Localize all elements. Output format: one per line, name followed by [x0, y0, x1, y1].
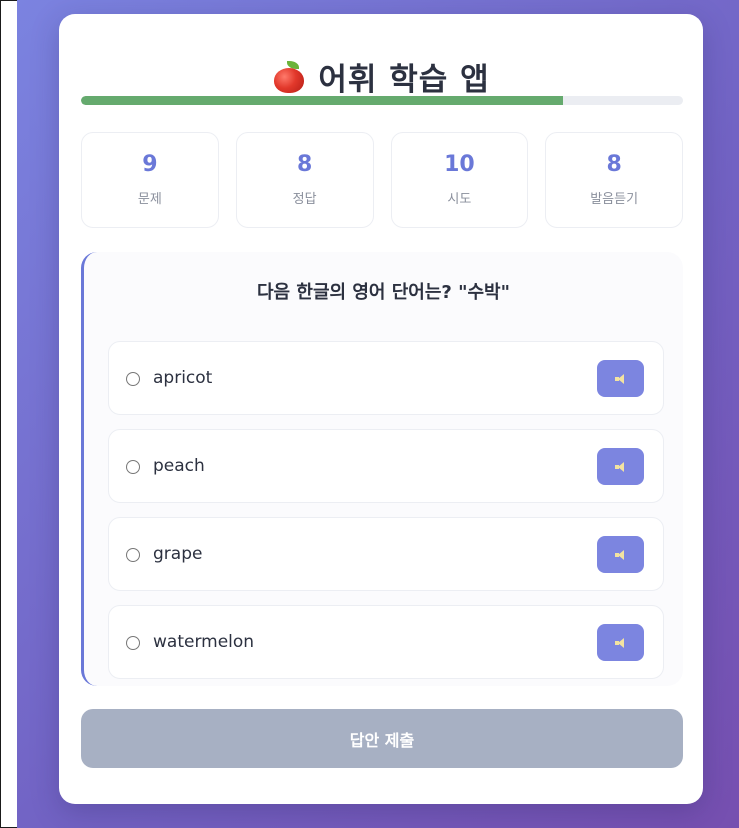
answer-option[interactable]: grape	[108, 517, 664, 591]
stat-value: 8	[296, 152, 313, 178]
radio-button[interactable]	[126, 636, 140, 650]
pronounce-button[interactable]	[597, 448, 644, 485]
apple-icon	[272, 60, 306, 93]
stat-label: 시도	[447, 191, 472, 207]
stat-card-attempts: 10 시도	[390, 132, 529, 228]
question-text: 다음 한글의 영어 단어는? "수박"	[257, 282, 510, 303]
stat-card-correct: 8 정답	[235, 132, 374, 228]
radio-button[interactable]	[126, 460, 140, 474]
stat-label: 문제	[137, 191, 162, 207]
option-label: watermelon	[153, 632, 255, 652]
speaker-icon	[614, 549, 627, 560]
progress-fill	[81, 96, 563, 105]
stats-row: 9 문제 8 정답 10 시도 8 발음듣기	[81, 132, 683, 228]
app-header: 어휘 학습 앱	[59, 54, 703, 99]
radio-button[interactable]	[126, 548, 140, 562]
option-label: grape	[153, 544, 203, 564]
pronounce-button[interactable]	[597, 536, 644, 573]
stat-card-pronunciation: 8 발음듣기	[545, 132, 683, 228]
speaker-icon	[614, 637, 627, 648]
option-label: peach	[153, 456, 205, 476]
option-label: apricot	[153, 368, 213, 388]
answer-option[interactable]: watermelon	[108, 605, 664, 679]
progress-bar	[81, 96, 683, 105]
quiz-card: 어휘 학습 앱 9 문제 8 정답 10 시도 8 발음듣기 다음 한글의 영어…	[59, 14, 703, 804]
speaker-icon	[614, 461, 627, 472]
speaker-icon	[614, 373, 627, 384]
stat-value: 10	[444, 152, 475, 178]
stat-label: 정답	[292, 191, 317, 207]
stat-value: 9	[142, 152, 158, 178]
radio-button[interactable]	[126, 372, 140, 386]
answer-option[interactable]: peach	[108, 429, 664, 503]
submit-answer-button[interactable]: 답안 제출	[81, 709, 683, 768]
stat-value: 8	[606, 152, 622, 178]
question-panel: 다음 한글의 영어 단어는? "수박" apricot peach grape	[81, 252, 683, 686]
stat-label: 발음듣기	[590, 191, 639, 207]
pronounce-button[interactable]	[597, 624, 644, 661]
pronounce-button[interactable]	[597, 360, 644, 397]
app-title: 어휘 학습 앱	[318, 62, 490, 98]
stat-card-questions: 9 문제	[81, 132, 219, 228]
answer-option[interactable]: apricot	[108, 341, 664, 415]
